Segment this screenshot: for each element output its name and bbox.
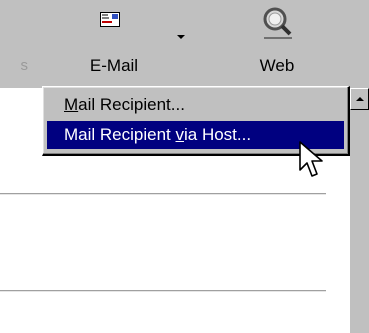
- scroll-up-button[interactable]: [350, 88, 369, 110]
- vertical-scrollbar[interactable]: [350, 88, 369, 333]
- menu-item-text: ia Host...: [184, 125, 252, 144]
- web-magnifier-icon: [263, 7, 292, 39]
- email-button[interactable]: E-Mail: [72, 0, 156, 84]
- divider-line: [0, 193, 326, 194]
- menu-item-text: Mail Recipient: [64, 125, 176, 144]
- divider-line: [0, 290, 326, 291]
- dropdown-arrow-icon[interactable]: [177, 35, 185, 39]
- web-button-label: Web: [259, 56, 295, 75]
- menu-item-text: ail Recipient...: [78, 95, 185, 114]
- email-button-label: E-Mail: [89, 56, 139, 75]
- toolbar-partial-label: s: [20, 57, 29, 74]
- scroll-up-arrow-icon: [356, 97, 364, 101]
- web-button[interactable]: Web: [236, 0, 318, 84]
- mouse-pointer-icon: [299, 141, 323, 177]
- menu-item-mail-recipient[interactable]: Mail Recipient...: [47, 91, 344, 119]
- toolbar: s E-Mail Web: [0, 0, 369, 89]
- email-envelope-icon: [100, 12, 120, 27]
- menu-item-accelerator: M: [64, 95, 79, 114]
- menu-item-accelerator: v: [175, 125, 185, 144]
